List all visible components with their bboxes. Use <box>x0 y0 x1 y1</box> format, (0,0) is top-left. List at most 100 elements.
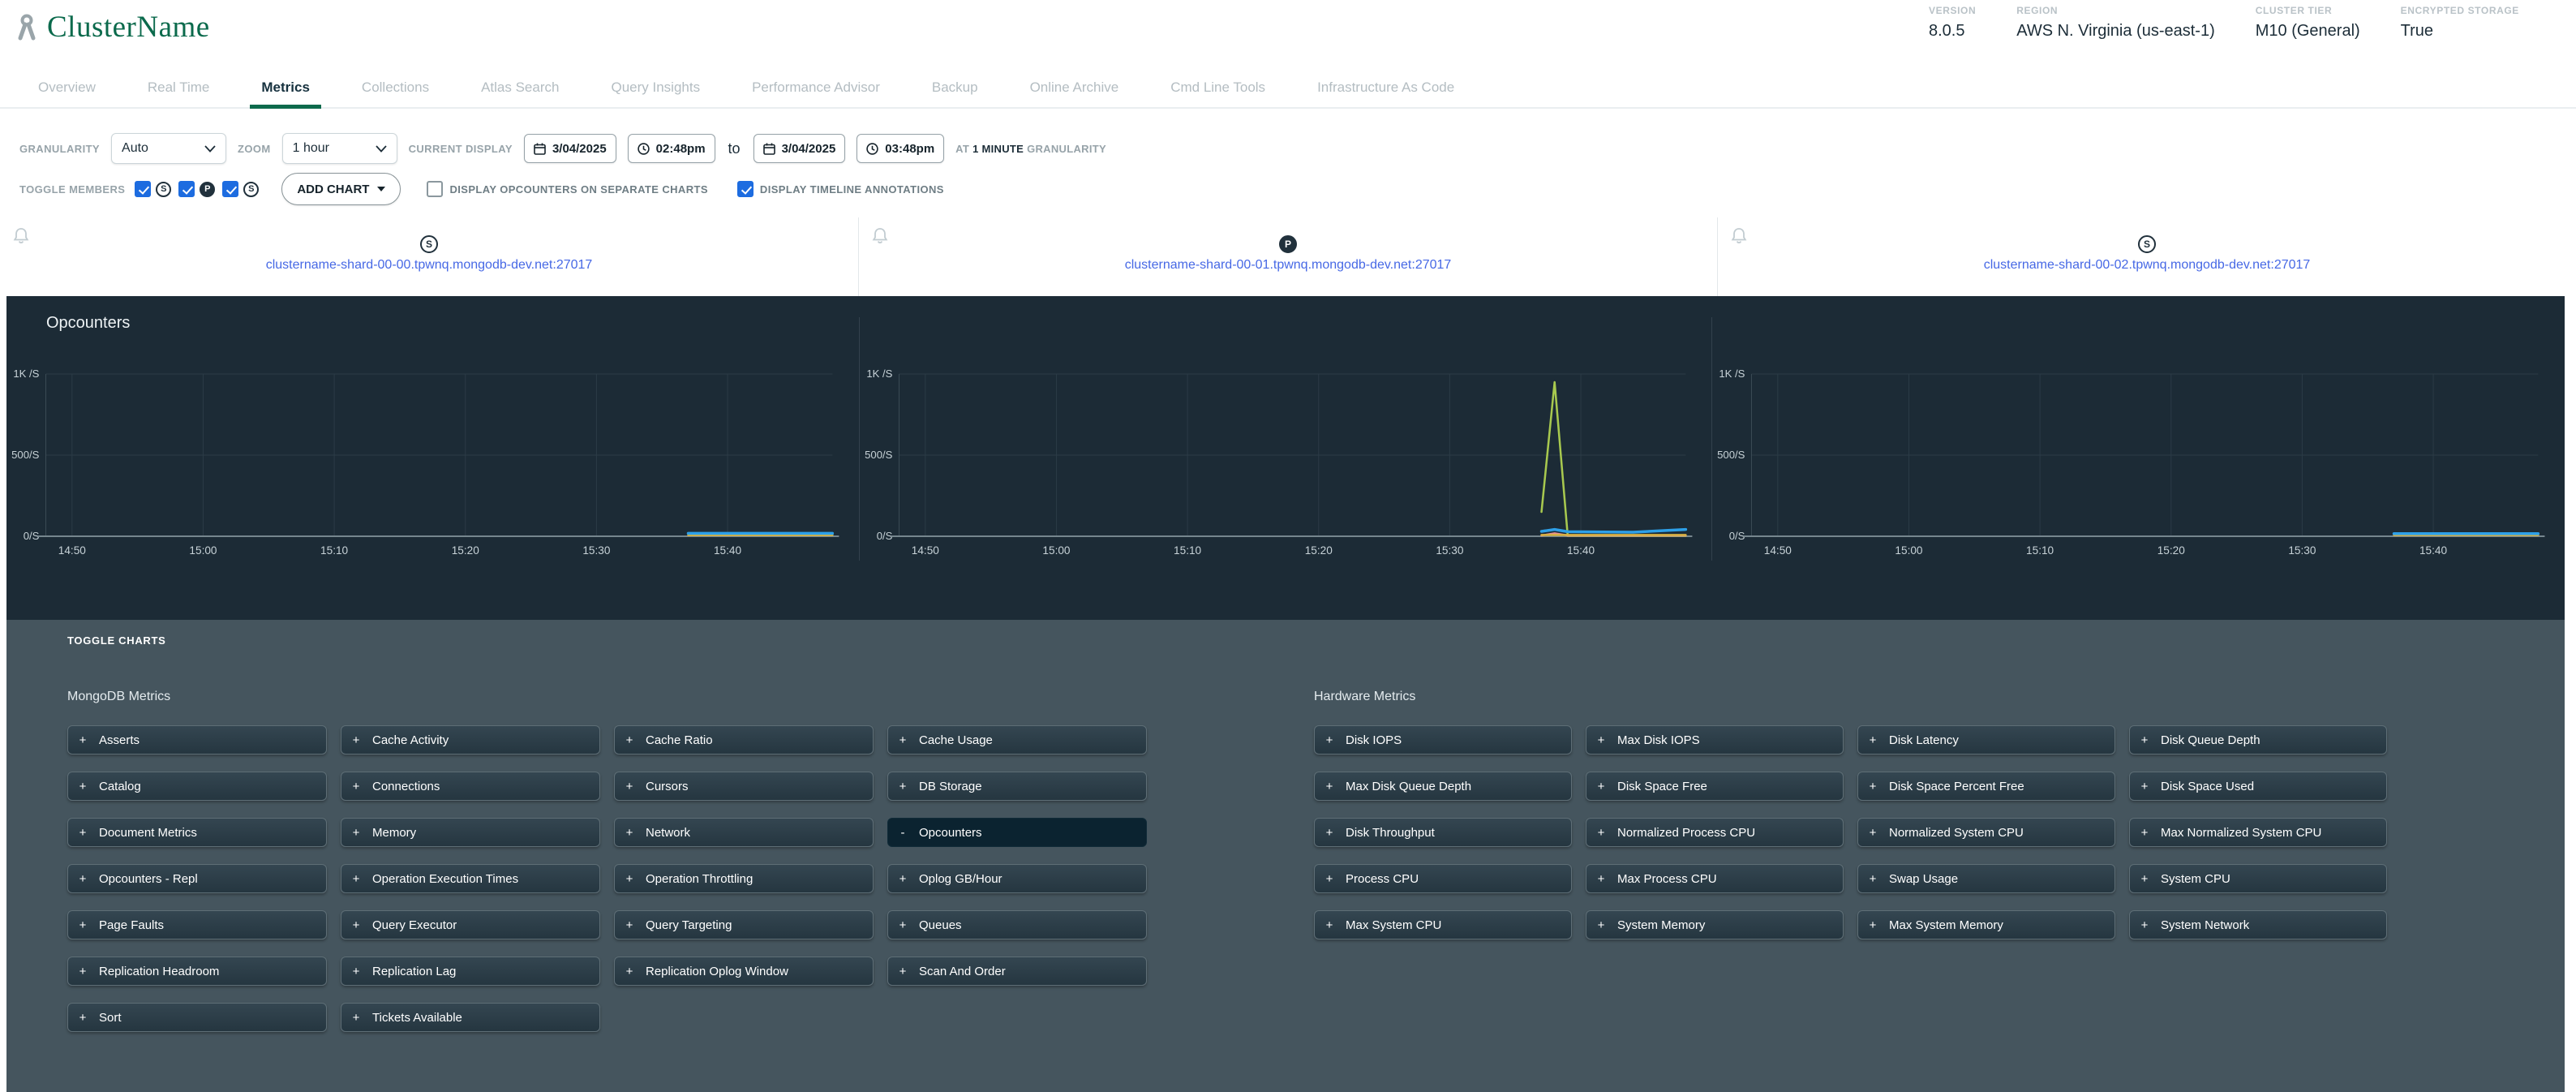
metric-toggle-button[interactable]: + Normalized System CPU <box>1857 818 2115 847</box>
metric-toggle-button[interactable]: + Asserts <box>67 725 327 755</box>
opcounters-chart-shard-00-00[interactable]: 0/S500/S1K /S14:5015:0015:1015:2015:3015… <box>6 317 859 561</box>
metric-toggle-button[interactable]: + Query Targeting <box>614 910 874 939</box>
metric-toggle-button[interactable]: + Disk Queue Depth <box>2129 725 2387 755</box>
nav-tab[interactable]: Cmd Line Tools <box>1170 70 1265 107</box>
shard-hostname-link[interactable]: clustername-shard-00-02.tpwnq.mongodb-de… <box>1718 258 2576 273</box>
to-date-value: 3/04/2025 <box>782 142 836 156</box>
metric-toggle-button[interactable]: + Replication Oplog Window <box>614 957 874 986</box>
metric-toggle-button[interactable]: + System Network <box>2129 910 2387 939</box>
member-toggle[interactable]: S <box>222 181 259 197</box>
metric-toggle-button[interactable]: + Operation Throttling <box>614 864 874 893</box>
metric-toggle-button[interactable]: + Process CPU <box>1314 864 1572 893</box>
nav-tab[interactable]: Online Archive <box>1030 70 1119 107</box>
metric-toggle-label: Memory <box>372 826 416 840</box>
metric-toggle-button[interactable]: + Opcounters - Repl <box>67 864 327 893</box>
display-timeline-annotations-option[interactable]: DISPLAY TIMELINE ANNOTATIONS <box>737 181 944 197</box>
metric-toggle-button[interactable]: + Network <box>614 818 874 847</box>
display-opcounters-separate-checkbox[interactable] <box>427 181 443 197</box>
metric-toggle-button[interactable]: + DB Storage <box>887 772 1147 801</box>
app-header: ClusterName VERSION 8.0.5 REGION AWS N. … <box>0 0 2576 70</box>
nav-tab[interactable]: Infrastructure As Code <box>1317 70 1454 107</box>
metric-toggle-button[interactable]: + Max Disk IOPS <box>1586 725 1844 755</box>
nav-tab[interactable]: Query Insights <box>611 70 700 107</box>
metric-toggle-button[interactable]: + System CPU <box>2129 864 2387 893</box>
metric-toggle-label: Cache Ratio <box>646 733 713 747</box>
metric-toggle-label: Cache Usage <box>919 733 993 747</box>
to-time-input[interactable]: 03:48pm <box>857 134 944 163</box>
toggle-sign: + <box>625 780 633 793</box>
display-opcounters-separate-option[interactable]: DISPLAY OPCOUNTERS ON SEPARATE CHARTS <box>427 181 707 197</box>
member-checkbox[interactable] <box>135 181 151 197</box>
metric-toggle-button[interactable]: + Max System CPU <box>1314 910 1572 939</box>
alert-bell-icon[interactable] <box>13 227 29 245</box>
nav-tab[interactable]: Real Time <box>148 70 210 107</box>
granularity-select[interactable]: Auto <box>111 133 226 164</box>
metric-toggle-button[interactable]: + Swap Usage <box>1857 864 2115 893</box>
toggle-sign: + <box>79 965 87 978</box>
metric-toggle-button[interactable]: + Max Disk Queue Depth <box>1314 772 1572 801</box>
shard-hostname-link[interactable]: clustername-shard-00-01.tpwnq.mongodb-de… <box>859 258 1717 273</box>
nav-tab[interactable]: Overview <box>38 70 96 107</box>
metric-toggle-button[interactable]: + Cache Activity <box>341 725 600 755</box>
metric-toggle-button[interactable]: + Disk Space Percent Free <box>1857 772 2115 801</box>
metric-toggle-button[interactable]: + Page Faults <box>67 910 327 939</box>
metric-toggle-button[interactable]: + Cache Usage <box>887 725 1147 755</box>
svg-text:0/S: 0/S <box>24 530 40 542</box>
member-toggle[interactable]: P <box>178 181 215 197</box>
alert-bell-icon[interactable] <box>872 227 888 245</box>
metric-toggle-button[interactable]: + Document Metrics <box>67 818 327 847</box>
display-timeline-annotations-checkbox[interactable] <box>737 181 753 197</box>
metric-toggle-button[interactable]: + Sort <box>67 1003 327 1032</box>
from-time-input[interactable]: 02:48pm <box>628 134 715 163</box>
member-checkbox[interactable] <box>178 181 195 197</box>
metric-toggle-button[interactable]: + Disk Latency <box>1857 725 2115 755</box>
metric-toggle-button[interactable]: + Disk Space Free <box>1586 772 1844 801</box>
metric-toggle-button[interactable]: + Cache Ratio <box>614 725 874 755</box>
metric-toggle-button[interactable]: + Scan And Order <box>887 957 1147 986</box>
metric-toggle-button[interactable]: + System Memory <box>1586 910 1844 939</box>
metric-toggle-button[interactable]: + Max Normalized System CPU <box>2129 818 2387 847</box>
metric-toggle-button[interactable]: + Query Executor <box>341 910 600 939</box>
metric-toggle-button[interactable]: + Disk Throughput <box>1314 818 1572 847</box>
metric-toggle-button[interactable]: + Catalog <box>67 772 327 801</box>
metric-toggle-button[interactable]: + Max Process CPU <box>1586 864 1844 893</box>
metric-toggle-label: Max Normalized System CPU <box>2161 826 2321 840</box>
metric-toggle-button[interactable]: + Disk IOPS <box>1314 725 1572 755</box>
opcounters-chart-shard-00-02[interactable]: 0/S500/S1K /S14:5015:0015:1015:2015:3015… <box>1711 317 2565 561</box>
metric-toggle-button[interactable]: + Max System Memory <box>1857 910 2115 939</box>
metric-toggle-button[interactable]: - Opcounters <box>887 818 1147 847</box>
member-toggle[interactable]: S <box>135 181 171 197</box>
metric-toggle-label: Max Disk IOPS <box>1617 733 1700 747</box>
member-checkbox[interactable] <box>222 181 238 197</box>
from-date-input[interactable]: 3/04/2025 <box>524 134 616 163</box>
svg-text:0/S: 0/S <box>876 530 892 542</box>
svg-text:500/S: 500/S <box>1717 449 1745 461</box>
nav-tab[interactable]: Metrics <box>261 70 310 107</box>
zoom-select[interactable]: 1 hour <box>282 133 397 164</box>
nav-tab[interactable]: Performance Advisor <box>752 70 880 107</box>
to-date-input[interactable]: 3/04/2025 <box>753 134 846 163</box>
metric-toggle-button[interactable]: + Oplog GB/Hour <box>887 864 1147 893</box>
metric-toggle-button[interactable]: + Tickets Available <box>341 1003 600 1032</box>
toggle-sign: + <box>352 780 360 793</box>
metric-toggle-button[interactable]: + Queues <box>887 910 1147 939</box>
metric-toggle-button[interactable]: + Normalized Process CPU <box>1586 818 1844 847</box>
toggle-sign: + <box>625 965 633 978</box>
alert-bell-icon[interactable] <box>1731 227 1747 245</box>
add-chart-button[interactable]: ADD CHART <box>281 173 401 205</box>
opcounters-chart-shard-00-01[interactable]: 0/S500/S1K /S14:5015:0015:1015:2015:3015… <box>859 317 1712 561</box>
nav-tab[interactable]: Atlas Search <box>481 70 559 107</box>
metric-toggle-button[interactable]: + Operation Execution Times <box>341 864 600 893</box>
metric-toggle-button[interactable]: + Replication Lag <box>341 957 600 986</box>
nav-tab[interactable]: Backup <box>932 70 978 107</box>
shard-hostname-link[interactable]: clustername-shard-00-00.tpwnq.mongodb-de… <box>0 258 858 273</box>
metric-toggle-button[interactable]: + Connections <box>341 772 600 801</box>
metric-toggle-button[interactable]: + Disk Space Used <box>2129 772 2387 801</box>
metric-toggle-label: Query Targeting <box>646 918 732 932</box>
metric-toggle-button[interactable]: + Replication Headroom <box>67 957 327 986</box>
metric-toggle-button[interactable]: + Memory <box>341 818 600 847</box>
metric-toggle-button[interactable]: + Cursors <box>614 772 874 801</box>
nav-tab[interactable]: Collections <box>362 70 429 107</box>
metric-toggle-label: Oplog GB/Hour <box>919 872 1002 886</box>
svg-text:15:30: 15:30 <box>2289 544 2316 557</box>
